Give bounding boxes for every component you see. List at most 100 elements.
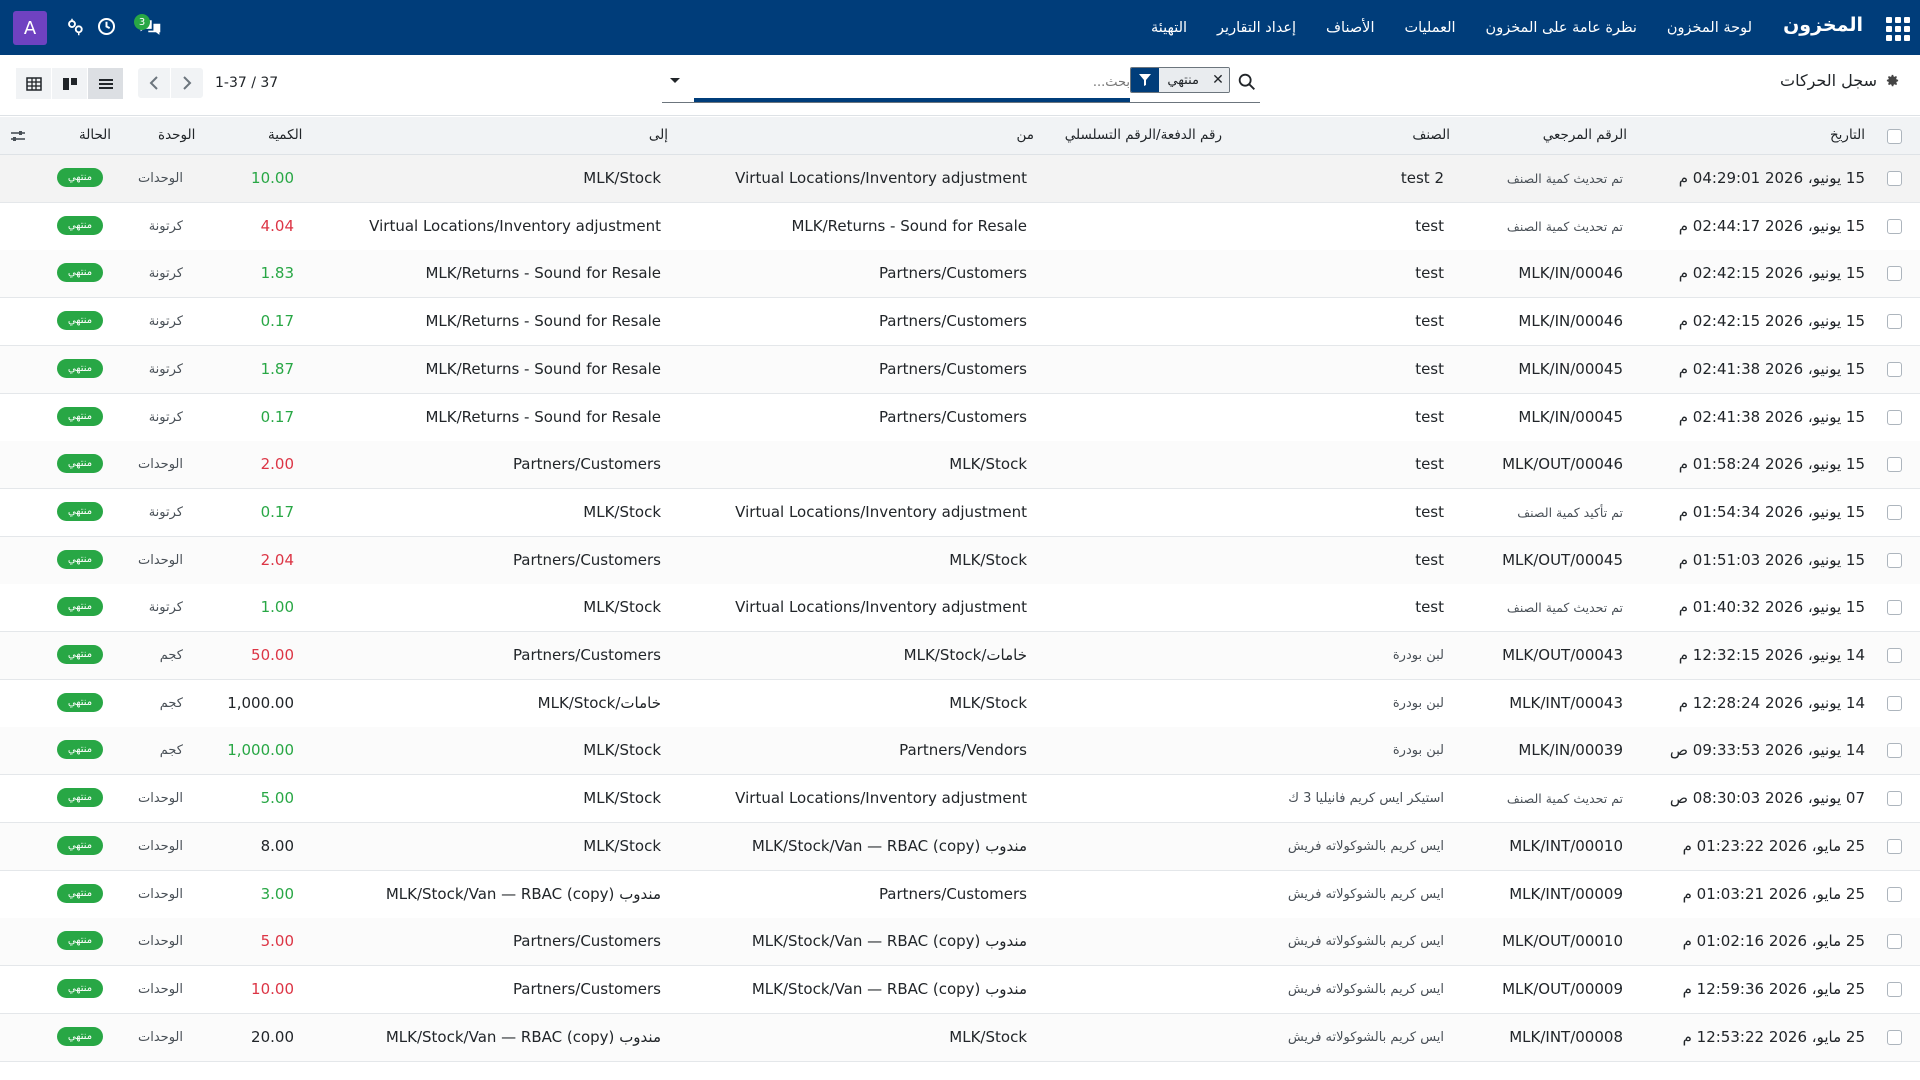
page-title: سجل الحركات [1780,71,1877,90]
table-row[interactable]: 25 مايو، 2026 12:59:36 م MLK/OUT/00009 ا… [0,965,1920,1014]
row-checkbox[interactable] [1887,171,1902,186]
row-checkbox[interactable] [1887,886,1902,902]
activity-clock-icon[interactable] [97,17,116,36]
row-checkbox[interactable] [1887,838,1902,854]
pager-value[interactable]: 1-37 / 37 [215,75,278,91]
user-avatar[interactable]: A [13,11,47,45]
search-options-toggle-icon[interactable] [668,73,682,87]
row-checkbox[interactable] [1887,791,1902,807]
row-checkbox[interactable] [1887,218,1902,234]
row-checkbox[interactable] [1887,314,1902,330]
kanban-view-button[interactable] [52,68,87,99]
row-checkbox[interactable] [1887,695,1902,711]
status-badge: منتهي [57,263,103,283]
cell-date: 14 يونيو، 2026 09:33:53 ص [1669,741,1865,760]
row-checkbox[interactable] [1887,266,1902,282]
row-checkbox[interactable] [1887,361,1902,377]
cell-product: test [1415,216,1444,235]
column-status[interactable]: الحالة [79,127,111,143]
menu-item-configuration[interactable]: التهيئة [1151,20,1187,36]
row-checkbox[interactable] [1887,600,1902,616]
column-from[interactable]: من [1016,127,1034,143]
table-row[interactable]: 15 يونيو، 2026 01:51:03 م MLK/OUT/00045 … [0,536,1920,585]
row-checkbox[interactable] [1887,552,1902,568]
cell-uom: كرتونة [148,409,183,425]
table-row[interactable]: 14 يونيو، 2026 09:33:53 ص MLK/IN/00039 ل… [0,727,1920,776]
cell-uom: كرتونة [148,266,183,282]
pager-previous-button[interactable] [138,68,170,98]
column-to[interactable]: إلى [649,127,668,143]
facet-remove-button[interactable]: ✕ [1207,68,1229,92]
cell-reference: تم تحديث كمية الصنف [1506,791,1623,807]
search-icon[interactable] [1236,71,1258,93]
cell-reference: MLK/INT/00009 [1509,884,1623,903]
row-checkbox[interactable] [1887,981,1902,997]
menu-item-operations[interactable]: العمليات [1404,20,1455,36]
select-all-checkbox[interactable] [1887,129,1902,144]
table-row[interactable]: 15 يونيو، 2026 01:58:24 م MLK/OUT/00046 … [0,441,1920,490]
table-row[interactable]: 14 يونيو، 2026 12:32:15 م MLK/OUT/00043 … [0,632,1920,680]
cell-product: test [1415,502,1444,521]
cell-product: لبن بودرة [1392,743,1444,759]
row-checkbox[interactable] [1887,409,1902,425]
filter-icon [1131,68,1160,92]
cell-from: MLK/Stock [949,455,1027,474]
menu-item-products[interactable]: الأصناف [1326,20,1374,36]
row-checkbox[interactable] [1887,934,1902,950]
cell-date: 25 مايو، 2026 01:03:21 م [1682,884,1865,903]
table-row[interactable]: 15 يونيو، 2026 01:40:32 م تم تحديث كمية … [0,584,1920,633]
row-checkbox[interactable] [1887,504,1902,520]
table-row[interactable]: 07 يونيو، 2026 08:30:03 ص تم تحديث كمية … [0,775,1920,824]
cell-to: MLK/Stock [583,789,661,808]
row-checkbox[interactable] [1887,1029,1902,1045]
column-uom[interactable]: الوحدة [158,127,195,143]
pager-next-button[interactable] [171,68,203,98]
column-date[interactable]: التاريخ [1830,127,1865,143]
status-badge: منتهي [57,454,103,474]
optional-columns-icon[interactable] [10,129,26,143]
cell-date: 15 يونيو، 2026 02:41:38 م [1678,359,1865,378]
menu-item-dashboard[interactable]: لوحة المخزون [1667,20,1752,36]
gear-icon[interactable] [1885,73,1900,88]
apps-menu-icon[interactable] [1882,13,1910,41]
menu-item-overview[interactable]: نظرة عامة على المخزون [1486,20,1637,36]
cell-from: MLK/Stock/خامات [903,646,1027,664]
table-row[interactable]: 14 يونيو، 2026 12:28:24 م MLK/INT/00043 … [0,679,1920,728]
table-row[interactable]: 25 مايو، 2026 01:03:21 م MLK/INT/00009 ا… [0,870,1920,919]
menu-item-reporting[interactable]: إعداد التقارير [1217,20,1296,36]
debug-icon[interactable] [66,18,84,36]
table-row[interactable]: 25 مايو، 2026 12:53:22 م MLK/INT/00008 ا… [0,1013,1920,1062]
table-row[interactable]: 15 يونيو، 2026 04:29:01 م تم تحديث كمية … [0,155,1920,203]
status-badge: منتهي [57,358,103,378]
cell-quantity: 1.83 [260,264,294,283]
cell-quantity: 0.17 [260,407,294,426]
table-row[interactable]: 15 يونيو، 2026 01:54:34 م تم تأكيد كمية … [0,488,1920,537]
table-row[interactable]: 15 يونيو، 2026 02:44:17 م تم تحديث كمية … [0,202,1920,251]
cell-from: Virtual Locations/Inventory adjustment [735,598,1027,617]
table-row[interactable]: 15 يونيو، 2026 02:41:38 م MLK/IN/00045 t… [0,345,1920,394]
row-checkbox[interactable] [1887,457,1902,473]
column-reference[interactable]: الرقم المرجعي [1543,127,1627,143]
table-row[interactable]: 15 يونيو، 2026 02:42:15 م MLK/IN/00046 t… [0,298,1920,347]
column-quantity[interactable]: الكمية [268,127,302,143]
table-row[interactable]: 25 مايو، 2026 01:23:22 م MLK/INT/00010 ا… [0,822,1920,871]
moves-table: التاريخ الرقم المرجعي الصنف رقم الدفعة/ا… [0,117,1920,1080]
cell-to: MLK/Stock [583,836,661,855]
cell-uom: الوحدات [138,791,183,807]
column-lot[interactable]: رقم الدفعة/الرقم التسلسلي [1065,127,1222,143]
pivot-view-button[interactable] [16,68,51,99]
row-checkbox[interactable] [1887,743,1902,759]
pager: 1-37 / 37 [138,68,278,98]
status-badge: منتهي [57,597,103,617]
list-view-button[interactable] [88,68,123,99]
app-brand[interactable]: المخزون [1783,14,1863,36]
table-row[interactable]: 25 مايو، 2026 01:02:16 م MLK/OUT/00010 ا… [0,918,1920,967]
cell-uom: كرتونة [148,504,183,520]
cell-uom: كجم [159,695,183,711]
table-row[interactable]: 15 يونيو، 2026 02:41:38 م MLK/IN/00045 t… [0,393,1920,442]
search-input[interactable] [694,71,1130,93]
column-product[interactable]: الصنف [1412,127,1450,143]
row-checkbox[interactable] [1887,648,1902,663]
cell-from: MLK/Stock/Van — RBAC (copy) مندوب [751,836,1027,855]
table-row[interactable]: 15 يونيو، 2026 02:42:15 م MLK/IN/00046 t… [0,250,1920,299]
